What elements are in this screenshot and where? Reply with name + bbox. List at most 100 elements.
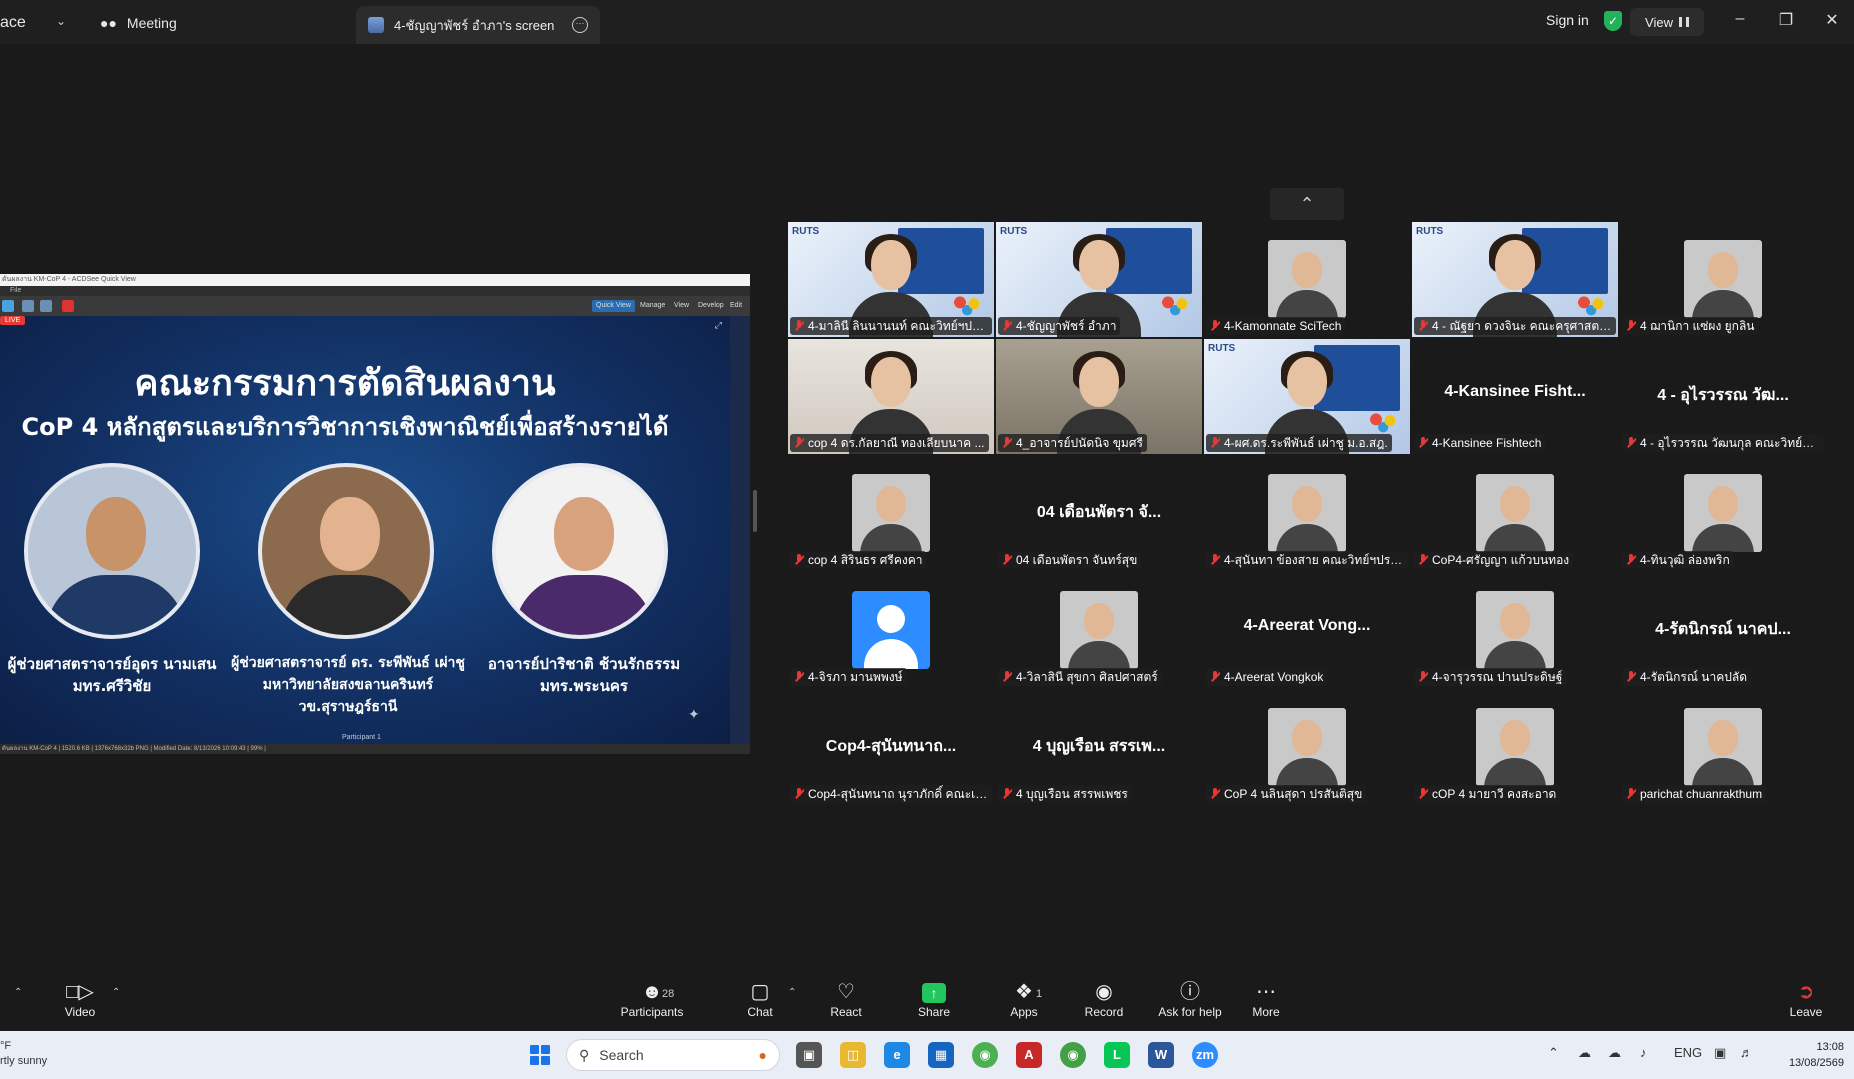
tab-develop: Develop bbox=[698, 302, 724, 309]
onedrive-icon[interactable]: ☁ bbox=[1578, 1045, 1591, 1061]
video-options-caret-icon[interactable]: ⌃ bbox=[112, 987, 120, 998]
participant-nameplate: 4-ผศ.ดร.ระพีพันธ์ เผ่าชู ม.อ.สฎ. bbox=[1206, 434, 1392, 452]
split-drag-handle[interactable] bbox=[753, 490, 757, 532]
participant-name: 4-ชัญญาพัชร์ อำภา bbox=[1016, 318, 1117, 333]
participant-tile[interactable]: 4 ฌานิกา แซ่ผง ยูกลิน bbox=[1620, 222, 1826, 337]
participant-tile[interactable]: 4-ทินวุฒิ ล่องพริก bbox=[1620, 456, 1826, 571]
gallery-page-up-button[interactable]: ⌃ bbox=[1270, 188, 1344, 220]
participant-tile[interactable]: CoP 4 นลินสุดา ปรสันติสุข bbox=[1204, 690, 1410, 805]
acrobat-icon[interactable]: A bbox=[1016, 1042, 1042, 1068]
live-badge: LIVE bbox=[0, 316, 26, 325]
participant-tile[interactable]: 4-Areerat Vong... 4-Areerat Vongkok bbox=[1204, 573, 1410, 688]
chrome-icon[interactable]: ◉ bbox=[972, 1042, 998, 1068]
tab-shared-screen[interactable]: 4-ชัญญาพัชร์ อำภา's screen ··· bbox=[356, 6, 600, 44]
file-explorer-icon[interactable]: ◫ bbox=[840, 1042, 866, 1068]
weather-widget[interactable]: °F rtly sunny bbox=[0, 1039, 47, 1069]
store-icon[interactable]: ▦ bbox=[928, 1042, 954, 1068]
muted-mic-icon bbox=[794, 671, 804, 683]
more-button[interactable]: ⋯ More bbox=[1226, 979, 1306, 1029]
participant-tile[interactable]: cop 4 ดร.กัลยาณี ทองเลียบนาค ... bbox=[788, 339, 994, 454]
apps-button[interactable]: ❖ 1 Apps bbox=[984, 979, 1064, 1029]
tab-meeting-label: Meeting bbox=[126, 15, 177, 31]
chrome-profile-icon[interactable]: ◉ bbox=[1060, 1042, 1086, 1068]
audio-options-caret-icon[interactable]: ⌃ bbox=[14, 987, 22, 998]
network-cloud-icon[interactable]: ☁ bbox=[1608, 1045, 1621, 1061]
participant-nameplate: 4 - ณัฐยา ดวงจินะ คณะครุศาสตร์ฯ bbox=[1414, 317, 1616, 335]
participant-tile[interactable]: 4-Kansinee Fisht... 4-Kansinee Fishtech bbox=[1412, 339, 1618, 454]
zoom-app-icon[interactable]: zm bbox=[1192, 1042, 1218, 1068]
participant-nameplate: 4-มาลินี ลินนานนท์ คณะวิทย์ฯปรมะ bbox=[790, 317, 992, 335]
participant-tile[interactable]: 4_อาจารย์ปนัดนิจ ขุมศรี bbox=[996, 339, 1202, 454]
video-button[interactable]: □▷ Video bbox=[40, 979, 120, 1029]
line-icon[interactable]: L bbox=[1104, 1042, 1130, 1068]
share-button[interactable]: ↑ Share bbox=[894, 979, 974, 1029]
participant-tile[interactable]: 4 บุญเรือน สรรเพ... 4 บุญเรือน สรรพเพชร bbox=[996, 690, 1202, 805]
more-options-icon[interactable]: ··· bbox=[572, 17, 588, 33]
participant-tile[interactable]: 4-Kamonnate SciTech bbox=[1204, 222, 1410, 337]
participant-tile[interactable]: RUTS 4-มาลินี ลินนานนท์ คณะวิทย์ฯปรมะ bbox=[788, 222, 994, 337]
ask-for-help-button[interactable]: ⓘ Ask for help bbox=[1144, 979, 1236, 1029]
view-button[interactable]: View bbox=[1630, 8, 1704, 36]
taskbar-search[interactable]: ⚲ Search ● bbox=[566, 1039, 780, 1071]
participant-nameplate: Cop4-สุนันทนาถ นุราภักดิ์ คณะเก... bbox=[790, 785, 992, 803]
shield-check-icon[interactable]: ✓ bbox=[1604, 11, 1622, 31]
participant-nameplate: 4-สุนันทา ข้องสาย คณะวิทย์ฯปรมะ bbox=[1206, 551, 1408, 569]
minimize-icon[interactable]: – bbox=[1728, 10, 1752, 28]
participant-tile[interactable]: cOP 4 มายาวี คงสะอาด bbox=[1412, 690, 1618, 805]
delete-icon bbox=[62, 300, 74, 312]
participants-button[interactable]: ☻ 28 Participants bbox=[610, 979, 694, 1029]
participant-tile[interactable]: 4-จิรภา มานพพงษ์ bbox=[788, 573, 994, 688]
shared-status-bar: ดันผลงาน KM-CoP 4 | 1520.6 KB | 1376x768… bbox=[0, 744, 750, 754]
chevron-down-icon[interactable]: ⌄ bbox=[56, 14, 66, 28]
record-button[interactable]: ◉ Record bbox=[1064, 979, 1144, 1029]
app-name: ace bbox=[0, 14, 26, 31]
restore-icon[interactable]: ❐ bbox=[1774, 10, 1798, 30]
participant-tile[interactable]: RUTS 4-ชัญญาพัชร์ อำภา bbox=[996, 222, 1202, 337]
react-button[interactable]: ♡ React bbox=[806, 979, 886, 1029]
participant-tile[interactable]: 4 - อุไรวรรณ วัฒ... 4 - อุไรวรรณ วัฒนกุล … bbox=[1620, 339, 1826, 454]
tray-overflow-icon[interactable]: ⌃ bbox=[1548, 1045, 1559, 1061]
chat-options-caret-icon[interactable]: ⌃ bbox=[788, 987, 796, 998]
word-icon[interactable]: W bbox=[1148, 1042, 1174, 1068]
participant-tile[interactable]: cop 4 สิรินธร ศรีคงคา bbox=[788, 456, 994, 571]
windows-taskbar: °F rtly sunny ⚲ Search ● ▣ ◫ e ▦ ◉ A ◉ L… bbox=[0, 1031, 1854, 1079]
participant-tile[interactable]: 4-จารุวรรณ ปานประดิษฐ์ bbox=[1412, 573, 1618, 688]
heart-icon: ♡ bbox=[837, 981, 855, 1003]
taskbar-clock[interactable]: 13:08 13/08/2569 bbox=[1770, 1039, 1844, 1071]
participant-tile[interactable]: 4-รัตนิกรณ์ นาคป... 4-รัตนิกรณ์ นาคปลัด bbox=[1620, 573, 1826, 688]
participant-tile[interactable]: parichat chuanrakthum bbox=[1620, 690, 1826, 805]
muted-mic-icon bbox=[1210, 671, 1220, 683]
participant-display-name: 4 บุญเรือน สรรเพ... bbox=[1032, 738, 1166, 755]
language-indicator[interactable]: ENG bbox=[1674, 1045, 1702, 1060]
participant-nameplate: cOP 4 มายาวี คงสะอาด bbox=[1414, 785, 1561, 803]
close-icon[interactable]: ✕ bbox=[1820, 10, 1844, 30]
meeting-icon: ●● bbox=[100, 15, 117, 31]
record-label: Record bbox=[1084, 1005, 1124, 1019]
judge-photo-3 bbox=[492, 463, 668, 639]
edge-icon[interactable]: e bbox=[884, 1042, 910, 1068]
muted-mic-icon bbox=[1210, 788, 1220, 800]
leave-button[interactable]: ➲ Leave bbox=[1766, 979, 1846, 1029]
participant-tile[interactable]: CoP4-ศรัญญา แก้วบนทอง bbox=[1412, 456, 1618, 571]
participant-tile[interactable]: 04 เดือนพัตรา จั... 04 เดือนพัตรา จันทร์ส… bbox=[996, 456, 1202, 571]
sign-in-button[interactable]: Sign in bbox=[1546, 12, 1589, 28]
task-view-icon[interactable]: ▣ bbox=[796, 1042, 822, 1068]
participant-photo bbox=[1684, 474, 1762, 552]
volume-icon[interactable]: ♬ bbox=[1740, 1045, 1753, 1060]
participant-name: 4-ผศ.ดร.ระพีพันธ์ เผ่าชู ม.อ.สฎ. bbox=[1224, 435, 1388, 450]
start-icon[interactable] bbox=[530, 1045, 550, 1065]
share-screen-icon: ↑ bbox=[922, 983, 946, 1003]
participant-tile[interactable]: 4-สุนันทา ข้องสาย คณะวิทย์ฯปรมะ bbox=[1204, 456, 1410, 571]
grid-icon bbox=[1678, 17, 1689, 27]
participant-tile[interactable]: RUTS 4-ผศ.ดร.ระพีพันธ์ เผ่าชู ม.อ.สฎ. bbox=[1204, 339, 1410, 454]
tab-meeting[interactable]: ●● Meeting bbox=[100, 10, 177, 36]
participant-name: 4 - ณัฐยา ดวงจินะ คณะครุศาสตร์ฯ bbox=[1432, 318, 1612, 333]
display-icon[interactable]: ▣ bbox=[1714, 1045, 1726, 1061]
microphone-icon[interactable]: ♪ bbox=[1640, 1045, 1647, 1060]
participant-tile[interactable]: RUTS 4 - ณัฐยา ดวงจินะ คณะครุศาสตร์ฯ bbox=[1412, 222, 1618, 337]
participant-tile[interactable]: 4-วิลาสินี สุขกา ศิลปศาสตร์ bbox=[996, 573, 1202, 688]
participant-tile[interactable]: Cop4-สุนันทนาถ... Cop4-สุนันทนาถ นุราภักด… bbox=[788, 690, 994, 805]
participant-photo bbox=[1684, 240, 1762, 318]
participant-name: CoP 4 นลินสุดา ปรสันติสุข bbox=[1224, 786, 1363, 801]
tab-edit: Edit bbox=[730, 302, 743, 309]
